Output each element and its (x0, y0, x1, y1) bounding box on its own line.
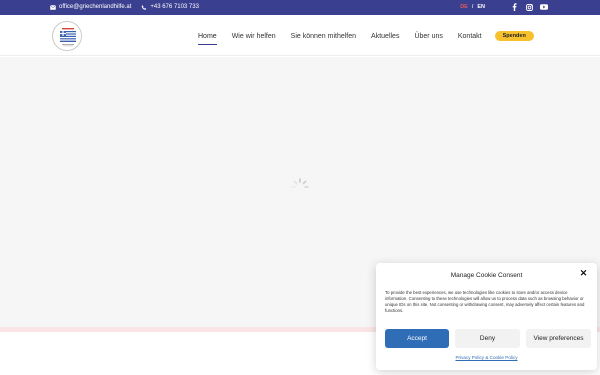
site-header: Home Wie wir helfen Sie können mithelfen… (0, 15, 600, 56)
nav-aktuelles[interactable]: Aktuelles (371, 33, 399, 40)
accept-button[interactable]: Accept (385, 329, 449, 348)
donate-button[interactable]: Spenden (494, 31, 534, 41)
close-icon[interactable]: ✕ (579, 269, 588, 278)
lang-en[interactable]: EN (477, 4, 485, 10)
view-preferences-button[interactable]: View preferences (526, 329, 591, 348)
nav-ueber-uns[interactable]: Über uns (414, 33, 442, 40)
lang-de[interactable]: DE (460, 4, 468, 10)
lang-separator: / (471, 4, 474, 10)
site-logo[interactable] (52, 21, 82, 51)
youtube-icon[interactable] (540, 3, 548, 11)
top-bar: office@griechenlandhilfe.at +43 676 7103… (0, 0, 600, 15)
cookie-dialog-title: Manage Cookie Consent (450, 272, 523, 279)
cookie-consent-dialog: Manage Cookie Consent ✕ To provide the b… (376, 263, 597, 370)
nav-sie-koennen-mithelfen[interactable]: Sie können mithelfen (291, 33, 356, 40)
main-navigation: Home Wie wir helfen Sie können mithelfen… (198, 31, 534, 45)
nav-home[interactable]: Home (198, 33, 217, 45)
privacy-cookie-policy-link[interactable]: Privacy Policy & Cookie Policy (376, 355, 597, 360)
facebook-icon[interactable] (510, 3, 518, 11)
phone-text: +43 676 7103 733 (150, 4, 199, 10)
contact-info: office@griechenlandhilfe.at +43 676 7103… (50, 4, 209, 10)
instagram-icon[interactable] (525, 3, 533, 11)
envelope-icon (50, 4, 56, 10)
email-link[interactable]: office@griechenlandhilfe.at (50, 4, 131, 10)
loading-spinner-icon (291, 178, 309, 188)
nav-kontakt[interactable]: Kontakt (458, 33, 482, 40)
nav-wie-wir-helfen[interactable]: Wie wir helfen (232, 33, 276, 40)
email-text: office@griechenlandhilfe.at (59, 4, 132, 10)
phone-icon (142, 4, 147, 10)
deny-button[interactable]: Deny (455, 329, 520, 348)
social-links (503, 3, 548, 11)
phone-link[interactable]: +43 676 7103 733 (141, 4, 199, 10)
cookie-dialog-text: To provide the best experiences, we use … (385, 290, 585, 313)
language-switcher: DE / EN (460, 4, 485, 10)
logo-image (54, 23, 81, 50)
